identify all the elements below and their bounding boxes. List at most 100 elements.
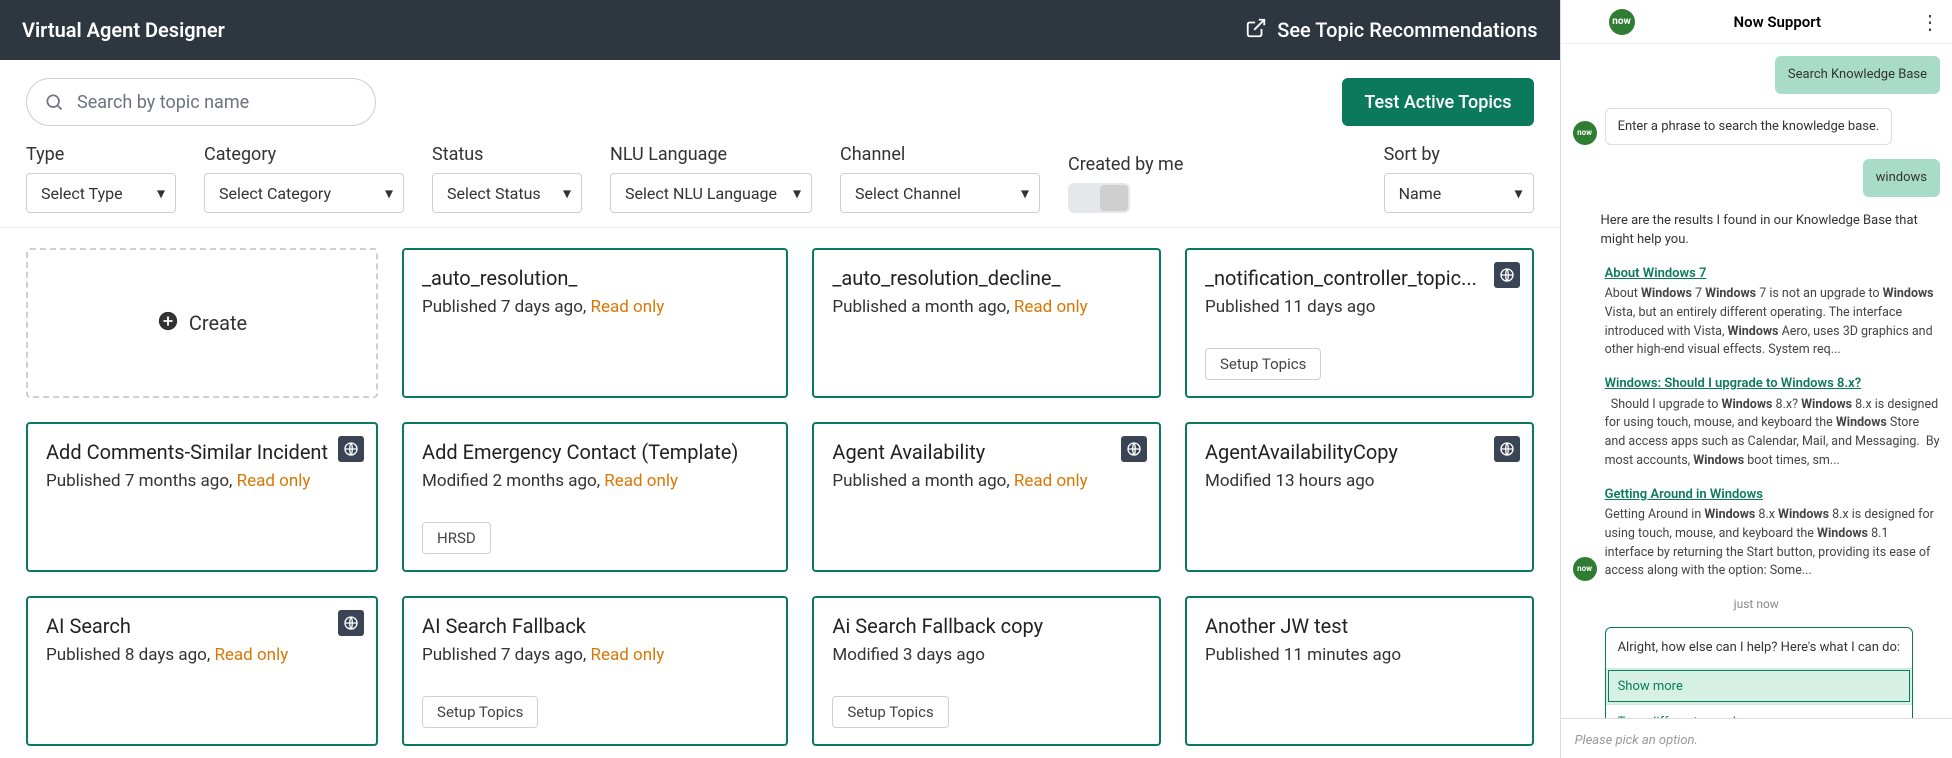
filters-row: Type Select Type ▾ Category Select Categ… [0,136,1560,228]
chat-body: Search Knowledge Base now Enter a phrase… [1561,44,1952,718]
topic-chip: HRSD [422,522,491,554]
test-active-topics-button[interactable]: Test Active Topics [1342,78,1533,126]
kb-result-snippet: Getting Around in Windows 8.x Windows 8.… [1605,506,1940,581]
topic-card[interactable]: Agent Availability Published a month ago,… [812,422,1161,572]
topic-card[interactable]: Ai Search Fallback copy Modified 3 days a… [812,596,1161,746]
globe-icon [338,610,364,636]
type-select-value: Select Type [41,184,123,203]
chat-input-bar [1561,718,1952,758]
chip-row: HRSD [422,522,768,554]
category-select-value: Select Category [219,184,331,203]
read-only-badge: Read only [590,645,664,665]
read-only-badge: Read only [604,471,678,491]
topic-title: Ai Search Fallback copy [832,614,1141,639]
topic-card[interactable]: _auto_resolution_Published 7 days ago, R… [402,248,788,398]
search-icon [44,92,64,112]
now-logo-icon: now [1609,9,1635,35]
followup-row: now Alright, how else can I help? Here's… [1573,627,1940,718]
filter-label-channel: Channel [840,144,1040,165]
app-title: Virtual Agent Designer [22,18,225,42]
choice-option[interactable]: Try a different search [1606,704,1912,718]
nlu-select[interactable]: Select NLU Language ▾ [610,173,812,213]
user-bubble: Search Knowledge Base [1775,56,1940,94]
topic-meta: Published 7 days ago, Read only [422,645,768,665]
bot-bubble: Enter a phrase to search the knowledge b… [1605,108,1893,146]
topic-card[interactable]: Add Comments-Similar IncidentPublished 7… [26,422,378,572]
topic-title: Another JW test [1205,614,1514,639]
channel-select[interactable]: Select Channel ▾ [840,173,1040,213]
user-bubble: windows [1863,159,1940,197]
topic-card[interactable]: _notification_controller_topic... Publish… [1185,248,1534,398]
channel-select-value: Select Channel [855,184,961,203]
topic-title: _auto_resolution_decline_ [832,266,1141,291]
topic-title: _notification_controller_topic... [1205,266,1514,291]
chat-header: now Now Support ⋮ [1561,0,1952,44]
topic-title: Agent Availability [832,440,1141,465]
kb-result-snippet: Should I upgrade to Windows 8.x? Windows… [1605,396,1940,471]
topic-title: Add Comments-Similar Incident [46,440,358,465]
topic-grid: Create _auto_resolution_Published 7 days… [0,228,1560,758]
chevron-down-icon: ▾ [1021,184,1029,203]
category-select[interactable]: Select Category ▾ [204,173,404,213]
topic-meta: Published a month ago, Read only [832,297,1141,317]
kb-result-link[interactable]: Getting Around in Windows [1605,485,1940,505]
create-label: Create [189,311,247,335]
kb-result: Windows: Should I upgrade to Windows 8.x… [1605,374,1940,471]
topic-card[interactable]: AgentAvailabilityCopy Modified 13 hours a… [1185,422,1534,572]
topic-meta: Modified 13 hours ago [1205,471,1514,491]
topic-meta: Modified 3 days ago [832,645,1141,665]
see-recommendations-link[interactable]: See Topic Recommendations [1245,17,1537,44]
topbar: Virtual Agent Designer See Topic Recomme… [0,0,1560,60]
read-only-badge: Read only [1014,471,1088,491]
topic-card[interactable]: AI Search FallbackPublished 7 days ago, … [402,596,788,746]
chevron-down-icon: ▾ [793,184,801,203]
topic-chip: Setup Topics [832,696,948,728]
chip-row: Setup Topics [832,696,1141,728]
create-topic-card[interactable]: Create [26,248,378,398]
topic-meta: Published 11 days ago [1205,297,1514,317]
search-input[interactable] [26,78,376,126]
designer-pane: Virtual Agent Designer See Topic Recomme… [0,0,1560,758]
type-select[interactable]: Select Type ▾ [26,173,176,213]
kebab-menu-icon[interactable]: ⋮ [1920,10,1940,34]
created-by-me-toggle[interactable] [1068,183,1130,213]
kb-result-link[interactable]: About Windows 7 [1605,264,1940,284]
plus-circle-icon [157,310,179,337]
bot-results-row: Here are the results I found in our Know… [1573,211,1940,250]
read-only-badge: Read only [237,471,311,491]
choice-option[interactable]: Show more [1606,668,1912,705]
nlu-select-value: Select NLU Language [625,184,777,203]
sort-select[interactable]: Name ▾ [1384,173,1534,213]
kb-result-snippet: About Windows 7 Windows 7 is not an upgr… [1605,285,1940,360]
status-select-value: Select Status [447,184,541,203]
chevron-down-icon: ▾ [1515,184,1523,203]
topic-card[interactable]: Add Emergency Contact (Template)Modified… [402,422,788,572]
chevron-down-icon: ▾ [563,184,571,203]
user-message-row: Search Knowledge Base [1573,56,1940,94]
topic-meta: Published 8 days ago, Read only [46,645,358,665]
globe-icon [1494,436,1520,462]
filter-label-sort: Sort by [1384,144,1534,165]
choice-prompt: Alright, how else can I help? Here's wha… [1606,628,1912,668]
read-only-badge: Read only [1014,297,1088,317]
kb-result: Getting Around in Windows Getting Around… [1605,485,1940,582]
topic-card[interactable]: _auto_resolution_decline_ Published a mon… [812,248,1161,398]
topic-chip: Setup Topics [1205,348,1321,380]
topic-title: Add Emergency Contact (Template) [422,440,768,465]
topic-card[interactable]: AI SearchPublished 8 days ago, Read only [26,596,378,746]
chat-brand: Now Support [1645,13,1910,31]
globe-icon [338,436,364,462]
topic-title: AgentAvailabilityCopy [1205,440,1514,465]
globe-icon [1121,436,1147,462]
status-select[interactable]: Select Status ▾ [432,173,582,213]
topic-card[interactable]: Another JW testPublished 11 minutes ago [1185,596,1534,746]
filter-label-category: Category [204,144,404,165]
bot-avatar-icon: now [1573,557,1597,581]
results-intro: Here are the results I found in our Know… [1601,211,1940,250]
chip-row: Setup Topics [1205,348,1514,380]
topic-meta: Published a month ago, Read only [832,471,1141,491]
kb-result-link[interactable]: Windows: Should I upgrade to Windows 8.x… [1605,374,1940,394]
globe-icon [1494,262,1520,288]
chat-input[interactable] [1575,733,1938,748]
sort-select-value: Name [1399,184,1442,203]
